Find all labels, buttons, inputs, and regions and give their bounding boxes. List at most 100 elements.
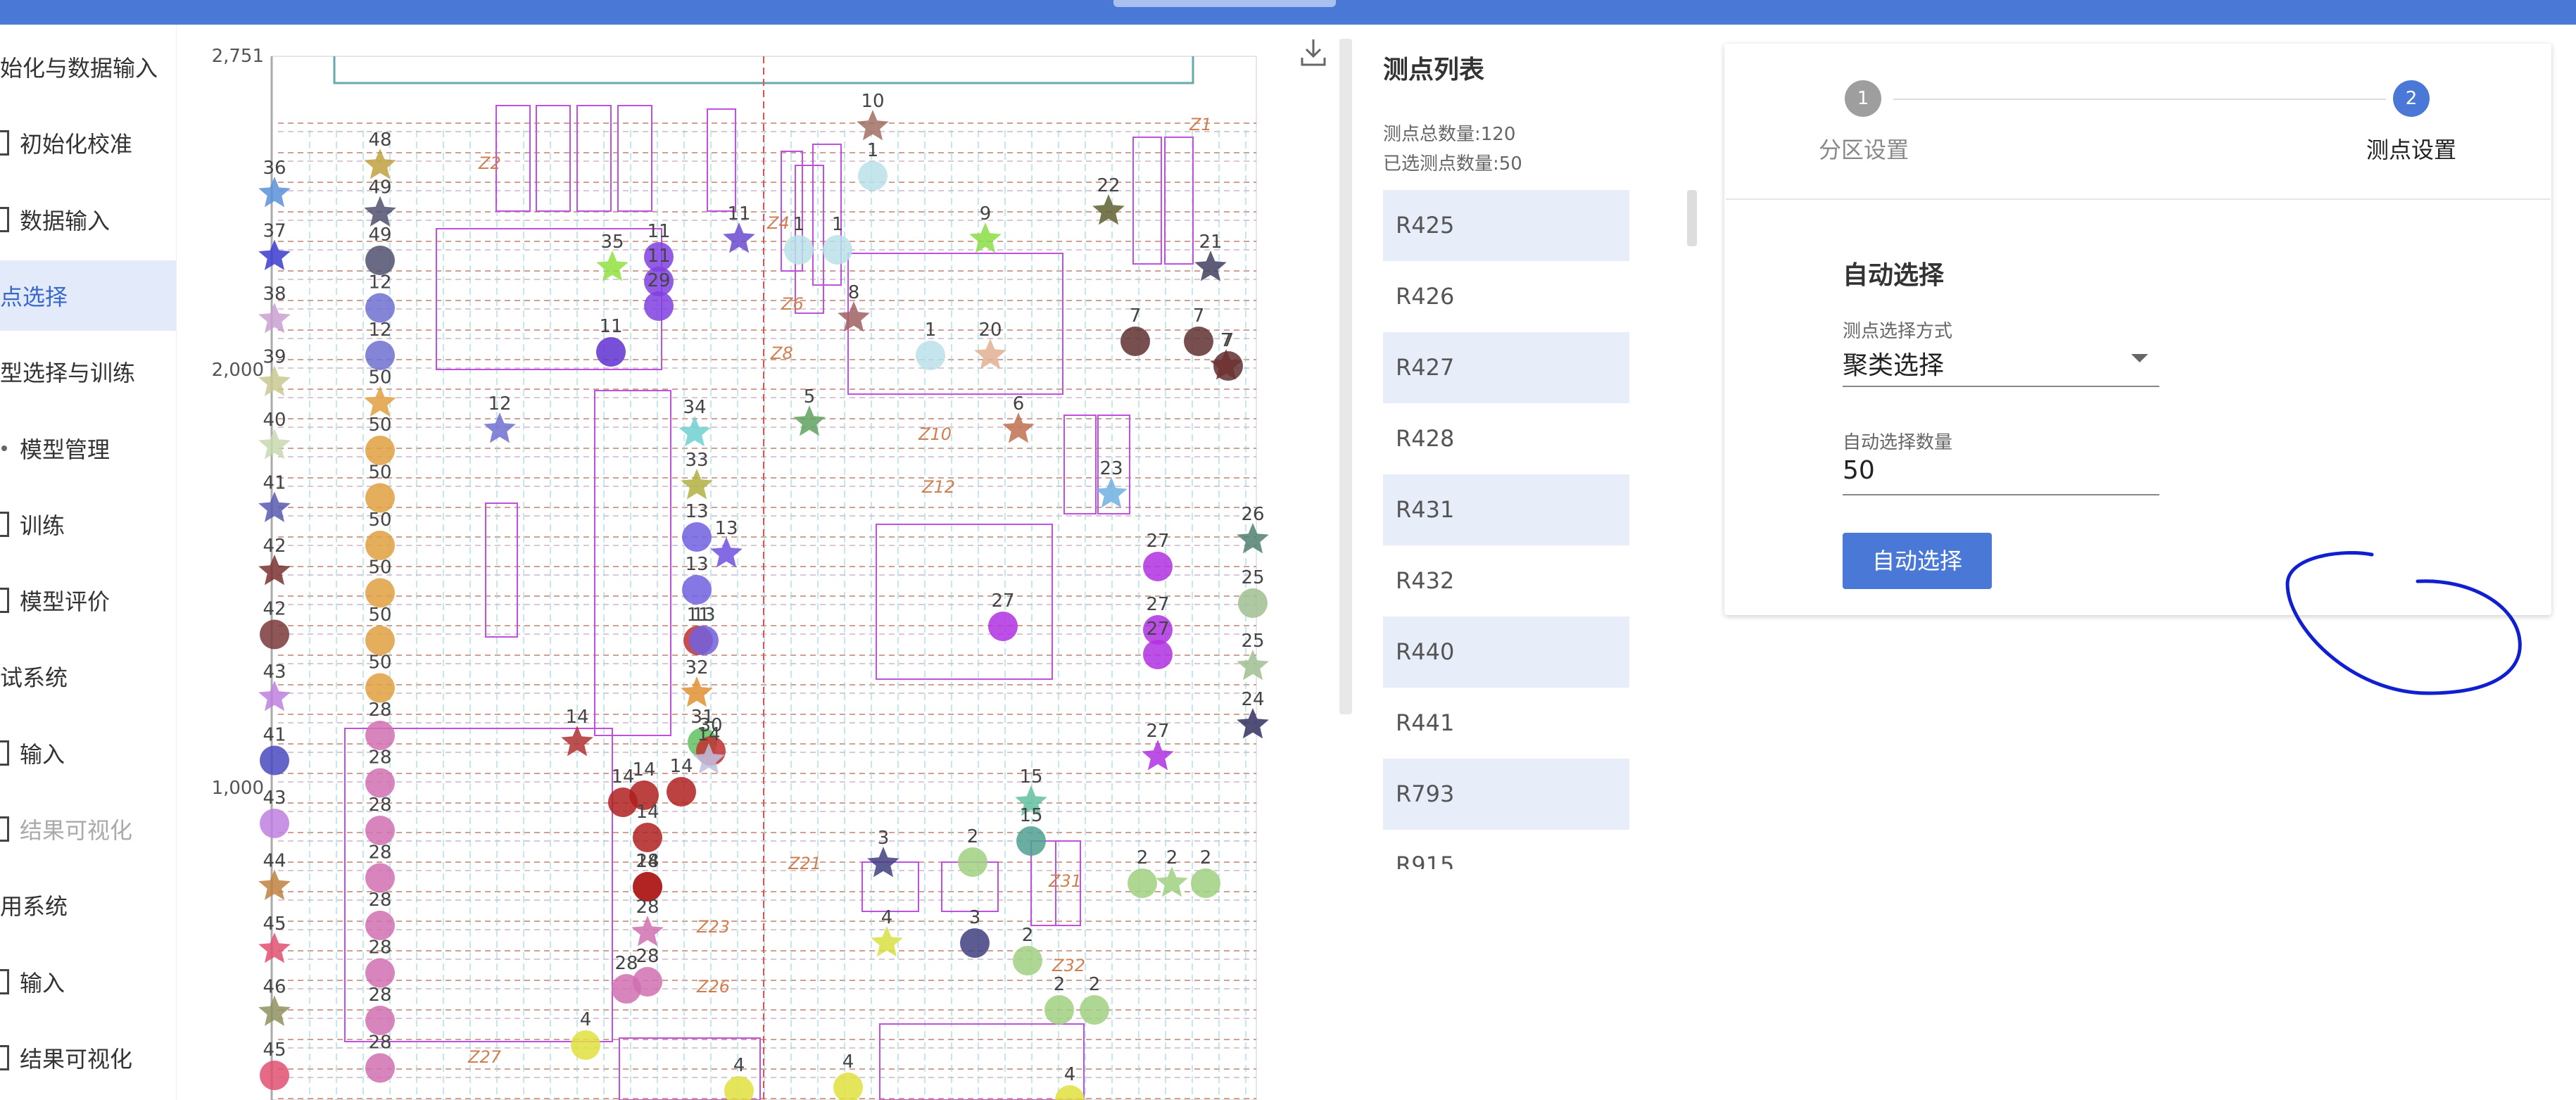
sidebar-item-label: 结果可视化 bbox=[20, 817, 133, 844]
point-label: 37 bbox=[263, 221, 286, 242]
point-label: 14 bbox=[697, 724, 720, 745]
zone-label: Z12 bbox=[921, 477, 955, 497]
sidebar-item-7[interactable]: 模型评价 bbox=[0, 565, 176, 636]
card-divider bbox=[1726, 198, 2551, 200]
top-tab[interactable] bbox=[1113, 0, 1336, 7]
point-list-item[interactable]: R431 bbox=[1383, 474, 1629, 545]
count-input[interactable]: 50 bbox=[1843, 456, 1875, 485]
point-label: 50 bbox=[368, 605, 391, 626]
point-list-item[interactable]: R440 bbox=[1383, 617, 1629, 688]
point-label: 50 bbox=[368, 652, 391, 674]
point-list-item[interactable]: R793 bbox=[1383, 759, 1629, 830]
point-label: 25 bbox=[1241, 567, 1264, 588]
sidebar-item-label: 模型选择与训练 bbox=[0, 360, 136, 387]
chart-scrollbar[interactable] bbox=[1339, 39, 1352, 714]
auto-select-title: 自动选择 bbox=[1843, 261, 1945, 290]
sidebar-item-0[interactable]: 初始化与数据输入 bbox=[0, 32, 176, 102]
point-label: 12 bbox=[488, 393, 511, 415]
chevron-down-icon[interactable] bbox=[2131, 354, 2148, 362]
download-icon[interactable] bbox=[1299, 37, 1327, 68]
y-tick-label: 2,000 bbox=[212, 360, 264, 381]
method-select[interactable]: 聚类选择 bbox=[1843, 345, 1944, 381]
sidebar-item-label: 测试系统 bbox=[0, 664, 68, 692]
point-label: 27 bbox=[1146, 594, 1169, 615]
bracket-icon bbox=[0, 1044, 9, 1070]
circle-marker bbox=[365, 911, 395, 940]
point-label: 4 bbox=[733, 1055, 745, 1076]
point-label: 4 bbox=[842, 1051, 854, 1073]
point-list-item[interactable]: R441 bbox=[1383, 688, 1629, 759]
circle-marker bbox=[260, 809, 289, 838]
point-label: 27 bbox=[1146, 531, 1169, 552]
hand-drawn-circle-annotation bbox=[2285, 550, 2522, 695]
point-label: 49 bbox=[368, 177, 391, 198]
sidebar-item-13[interactable]: 结果可视化 bbox=[0, 1023, 176, 1093]
sidebar-item-1[interactable]: 初始化校准 bbox=[0, 108, 176, 178]
step-2-circle[interactable]: 2 bbox=[2393, 80, 2430, 117]
point-label: 12 bbox=[368, 320, 391, 341]
point-label: 48 bbox=[368, 129, 391, 151]
point-list-item[interactable]: R432 bbox=[1383, 545, 1629, 617]
circle-marker bbox=[682, 575, 712, 605]
point-label: 3 bbox=[878, 828, 890, 849]
point-label: 42 bbox=[263, 599, 286, 620]
circle-marker bbox=[260, 619, 289, 650]
point-label: 2 bbox=[967, 826, 979, 847]
point-label: 28 bbox=[368, 937, 391, 959]
sidebar-item-6[interactable]: 训练 bbox=[0, 489, 176, 560]
point-label: 13 bbox=[692, 605, 715, 626]
sidebar-item-label: 测点选择 bbox=[0, 283, 68, 310]
sidebar-item-9[interactable]: 输入 bbox=[0, 718, 176, 788]
sidebar-item-3[interactable]: 测点选择 bbox=[0, 260, 176, 331]
point-label: 3 bbox=[969, 907, 981, 928]
point-label: 11 bbox=[647, 246, 670, 267]
point-list-scrollbar[interactable] bbox=[1687, 190, 1697, 246]
circle-marker bbox=[365, 1006, 395, 1035]
sidebar-item-8[interactable]: 测试系统 bbox=[0, 641, 176, 712]
point-label: 6 bbox=[1013, 393, 1025, 415]
point-list-item[interactable]: R915 bbox=[1383, 830, 1629, 869]
zone-label: Z32 bbox=[1052, 956, 1085, 975]
zone-label: Z4 bbox=[766, 213, 790, 233]
point-list-item[interactable]: R425 bbox=[1383, 190, 1629, 261]
sidebar-item-12[interactable]: 输入 bbox=[0, 947, 176, 1017]
sidebar-item-4[interactable]: 模型选择与训练 bbox=[0, 336, 176, 407]
circle-marker bbox=[960, 928, 990, 958]
zone-label: Z1 bbox=[1189, 115, 1212, 134]
point-label: 4 bbox=[1064, 1064, 1076, 1085]
point-list-title: 测点列表 bbox=[1383, 56, 1485, 84]
circle-marker bbox=[365, 293, 395, 323]
step-1-circle[interactable]: 1 bbox=[1845, 80, 1881, 117]
point-label: 10 bbox=[861, 91, 884, 112]
zone-label: Z8 bbox=[770, 343, 793, 363]
point-list-item[interactable]: R428 bbox=[1383, 403, 1629, 474]
point-label: 1 bbox=[793, 214, 805, 235]
point-label: 7 bbox=[1193, 305, 1205, 327]
point-label: 9 bbox=[980, 203, 992, 225]
sidebar-item-label: 输入 bbox=[20, 740, 65, 768]
sidebar-item-2[interactable]: 数据输入 bbox=[0, 184, 176, 255]
method-label: 测点选择方式 bbox=[1843, 321, 1953, 342]
point-label: 14 bbox=[636, 802, 659, 823]
point-label: 21 bbox=[1199, 232, 1222, 253]
circle-marker bbox=[1128, 868, 1157, 898]
sidebar-item-5[interactable]: 模型管理 bbox=[0, 413, 176, 483]
point-label: 2 bbox=[1022, 925, 1034, 946]
y-tick-label: 1,000 bbox=[212, 778, 264, 799]
point-label: 27 bbox=[1146, 619, 1169, 640]
sidebar-item-11[interactable]: 应用系统 bbox=[0, 870, 176, 940]
point-layout-chart[interactable]: 2,751 2,000 1,000 Z1 Z2 Z4 Z6 Z8 Z10 Z12 Z21 Z23 Z26… bbox=[176, 25, 1344, 1100]
step-1-label[interactable]: 分区设置 bbox=[1819, 132, 1909, 165]
step-2-label[interactable]: 测点设置 bbox=[2366, 132, 2456, 165]
circle-marker bbox=[858, 161, 888, 191]
point-label: 2 bbox=[1200, 847, 1212, 868]
point-list-item[interactable]: R426 bbox=[1383, 261, 1629, 332]
zone-label: Z23 bbox=[696, 917, 730, 937]
point-label: 45 bbox=[263, 913, 286, 935]
point-label: 34 bbox=[683, 397, 706, 418]
point-label: 12 bbox=[368, 272, 391, 293]
circle-marker bbox=[1143, 640, 1173, 669]
point-list-item[interactable]: R427 bbox=[1383, 332, 1629, 403]
auto-select-button[interactable]: 自动选择 bbox=[1843, 533, 1992, 589]
point-label: 2 bbox=[1089, 974, 1101, 995]
